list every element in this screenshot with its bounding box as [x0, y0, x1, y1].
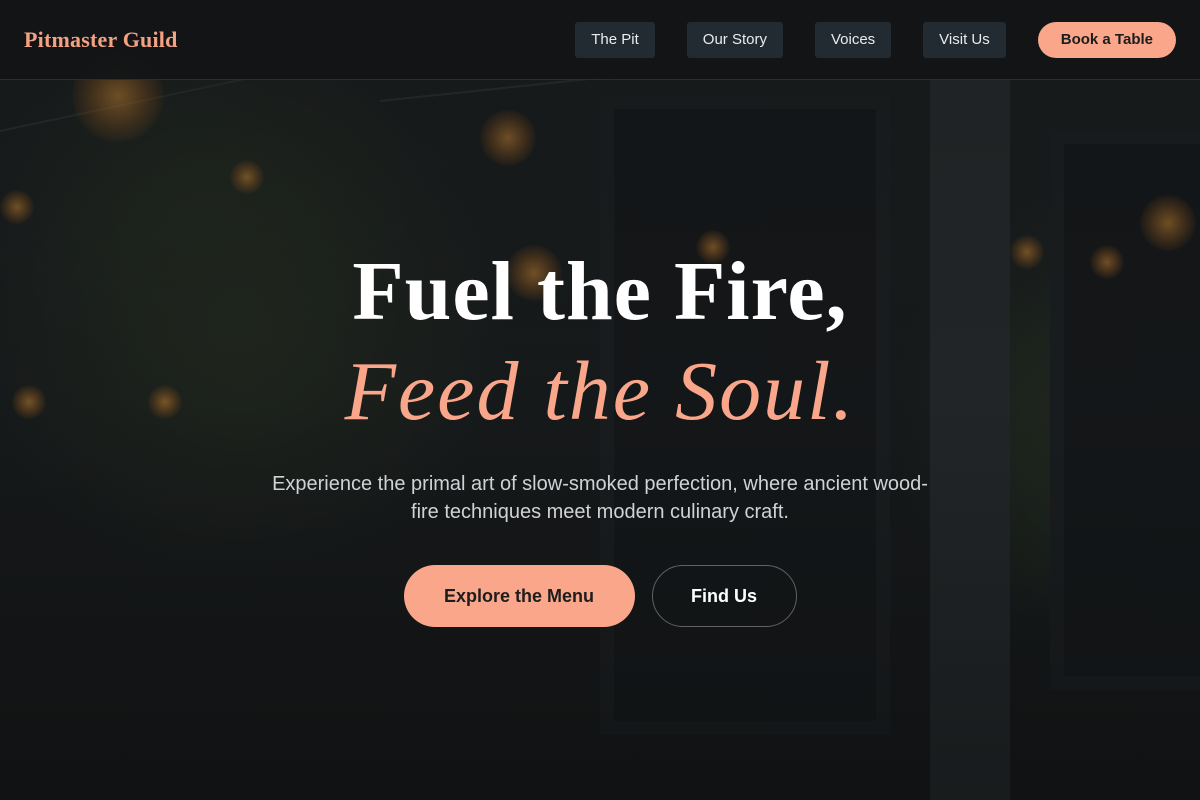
- site-header: Pitmaster Guild The Pit Our Story Voices…: [0, 0, 1200, 80]
- book-table-button[interactable]: Book a Table: [1037, 21, 1176, 58]
- hero-title-line2: Feed the Soul.: [344, 345, 856, 438]
- hero-actions: Explore the Menu Find Us: [0, 565, 1200, 627]
- hero-title-line1: Fuel the Fire,: [352, 245, 848, 338]
- hero-subtitle: Experience the primal art of slow-smoked…: [272, 473, 928, 523]
- nav-item-the-pit[interactable]: The Pit: [575, 21, 655, 58]
- nav-item-our-story[interactable]: Our Story: [686, 21, 783, 58]
- hero-section: Fuel the Fire, Feed the Soul. Experience…: [0, 80, 1200, 800]
- brand-logo[interactable]: Pitmaster Guild: [24, 27, 178, 53]
- explore-menu-button[interactable]: Explore the Menu: [403, 565, 635, 627]
- find-us-button[interactable]: Find Us: [651, 565, 797, 627]
- main-nav: The Pit Our Story Voices Visit Us: [575, 21, 1006, 58]
- nav-item-voices[interactable]: Voices: [814, 21, 892, 58]
- nav-item-visit-us[interactable]: Visit Us: [923, 21, 1006, 58]
